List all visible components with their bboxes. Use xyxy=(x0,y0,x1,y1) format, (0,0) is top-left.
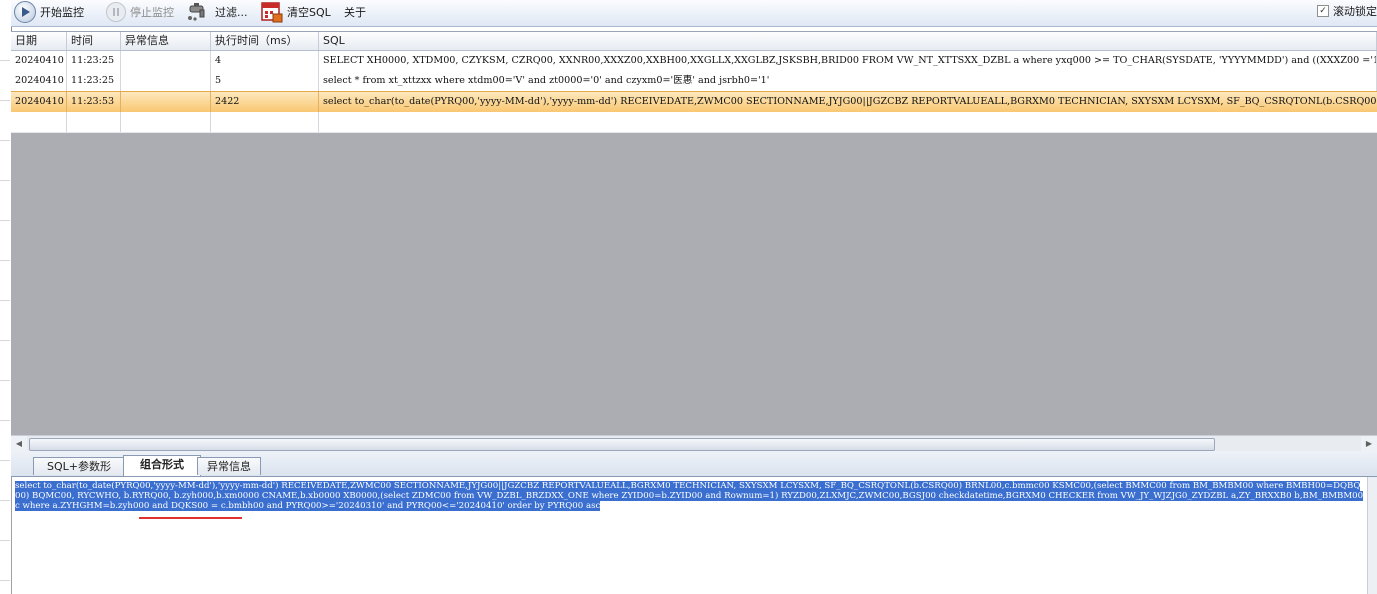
cell-sql: select * from xt_xttzxx where xtdm00='V'… xyxy=(319,71,1377,91)
clear-sql-label: 清空SQL xyxy=(287,6,331,19)
table-row-selected[interactable]: 20240410 11:23:53 2422 select to_char(to… xyxy=(11,91,1377,113)
cell-sql: select to_char(to_date(PYRQ00,'yyyy-MM-d… xyxy=(323,96,1377,107)
about-button[interactable]: 关于 xyxy=(344,0,366,24)
column-header-date[interactable]: 日期 xyxy=(11,32,67,50)
column-header-time[interactable]: 时间 xyxy=(67,32,121,50)
autoscroll-lock-label: 滚动锁定 xyxy=(1333,5,1377,18)
vertical-scrollbar[interactable] xyxy=(1367,477,1377,594)
red-underline-annotation xyxy=(139,517,242,519)
cell-duration: 5 xyxy=(211,71,319,91)
start-monitor-label: 开始监控 xyxy=(40,6,84,19)
sql-detail-text: select to_char(to_date(PYRQ00,'yyyy-MM-d… xyxy=(15,481,1364,511)
scroll-right-arrow-icon[interactable]: ▶ xyxy=(1361,436,1377,451)
cell-error xyxy=(121,71,211,91)
cell-date: 20240410 xyxy=(11,51,67,71)
stop-monitor-button[interactable]: 停止监控 xyxy=(106,0,174,24)
toolbar: 开始监控 停止监控 过滤... 清空SQL 关于 ✓ 滚动锁定 xyxy=(11,0,1377,27)
clear-sql-button[interactable]: 清空SQL xyxy=(261,0,331,24)
grid-header: 日期 时间 异常信息 执行时间（ms） SQL xyxy=(11,32,1377,51)
autoscroll-lock-checkbox[interactable]: ✓ 滚动锁定 xyxy=(1317,0,1377,22)
column-header-error[interactable]: 异常信息 xyxy=(121,32,211,50)
cell-error xyxy=(121,51,211,71)
cell-date: 20240410 xyxy=(11,71,67,91)
calendar-clear-icon xyxy=(261,1,283,23)
tab-sql-params[interactable]: SQL+参数形式 xyxy=(33,457,125,491)
scroll-left-arrow-icon[interactable]: ◀ xyxy=(11,436,27,451)
scrollbar-thumb[interactable] xyxy=(29,438,1215,451)
play-icon xyxy=(14,1,36,23)
tab-combined[interactable]: 组合形式 xyxy=(123,455,201,476)
column-header-sql[interactable]: SQL xyxy=(319,32,1377,50)
stop-monitor-label: 停止监控 xyxy=(130,6,174,19)
cell-time: 11:23:25 xyxy=(67,71,121,91)
start-monitor-button[interactable]: 开始监控 xyxy=(14,0,84,24)
table-row[interactable]: 20240410 11:23:25 5 select * from xt_xtt… xyxy=(11,71,1377,92)
filter-label: 过滤... xyxy=(215,6,248,19)
cell-time: 11:23:53 xyxy=(67,92,121,112)
faucet-filter-icon xyxy=(187,2,211,22)
horizontal-scrollbar[interactable]: ◀ ▶ xyxy=(11,435,1377,452)
pause-icon xyxy=(106,2,126,22)
column-header-duration[interactable]: 执行时间（ms） xyxy=(211,32,319,50)
tab-error-info[interactable]: 异常信息 xyxy=(197,457,261,475)
cell-duration: 4 xyxy=(211,51,319,71)
table-row[interactable]: 20240410 11:23:25 4 SELECT XH0000, XTDM0… xyxy=(11,51,1377,72)
cell-sql: SELECT XH0000, XTDM00, CZYKSM, CZRQ00, X… xyxy=(319,51,1377,71)
sql-detail-textarea[interactable]: select to_char(to_date(PYRQ00,'yyyy-MM-d… xyxy=(11,477,1368,594)
cell-date: 20240410 xyxy=(11,92,67,112)
about-label: 关于 xyxy=(344,6,366,19)
cell-duration: 2422 xyxy=(211,92,319,112)
table-row-empty xyxy=(11,112,1377,133)
filter-button[interactable]: 过滤... xyxy=(187,0,248,24)
cell-time: 11:23:25 xyxy=(67,51,121,71)
sql-log-grid: 日期 时间 异常信息 执行时间（ms） SQL 20240410 11:23:2… xyxy=(11,31,1377,436)
detail-tab-bar: SQL+参数形式 组合形式 异常信息 xyxy=(11,451,1377,491)
checkbox-checked-icon: ✓ xyxy=(1317,5,1329,17)
cell-error xyxy=(121,92,211,112)
